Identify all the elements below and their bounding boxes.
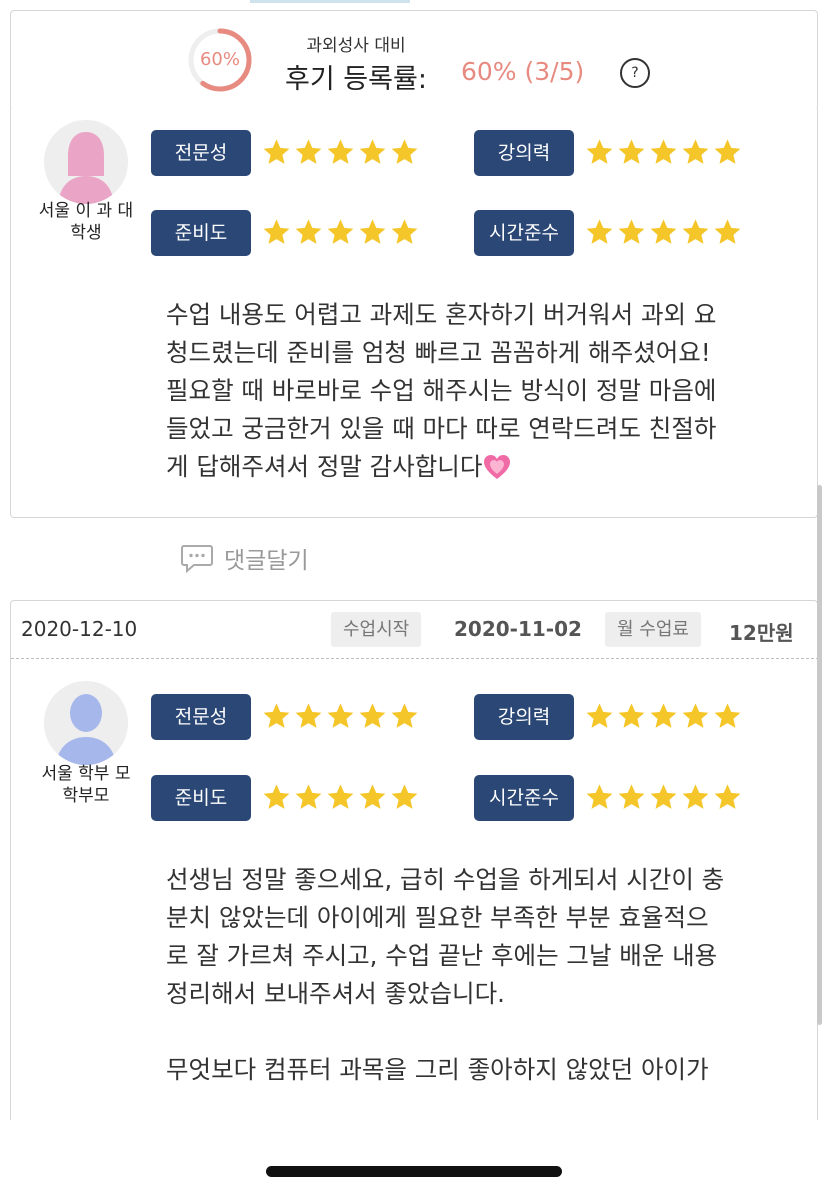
star-icon [295, 703, 322, 728]
star-icon [391, 219, 418, 244]
star-icon [327, 784, 354, 809]
review-card: 2020-12-10 수업시작 2020-11-02 월 수업료 12만원 서울… [10, 600, 819, 1194]
star-icon [263, 139, 290, 164]
star-icon [618, 703, 645, 728]
fee-label: 월 수업료 [605, 612, 701, 647]
rate-value: 60% (3/5) [461, 57, 585, 86]
male-avatar-icon [44, 681, 128, 765]
home-indicator[interactable] [266, 1166, 562, 1177]
star-icon [327, 219, 354, 244]
rating-label: 시간준수 [474, 210, 574, 256]
star-icon [586, 784, 613, 809]
star-rating [261, 701, 420, 735]
speech-bubble-icon [181, 545, 213, 573]
star-rating [584, 782, 743, 816]
start-label: 수업시작 [331, 612, 422, 647]
star-icon [295, 219, 322, 244]
star-icon [586, 219, 613, 244]
star-icon [714, 219, 741, 244]
star-icon [359, 139, 386, 164]
star-icon [618, 784, 645, 809]
rating-label: 준비도 [151, 775, 251, 821]
star-icon [391, 703, 418, 728]
review-rate-card: 60% 과외성사 대비 후기 등록률: 60% (3/5) ? [10, 10, 818, 110]
star-icon [586, 139, 613, 164]
star-icon [263, 219, 290, 244]
review-text: 수업 내용도 어렵고 과제도 혼자하기 버거워서 과외 요 청드렸는데 준비를 … [166, 300, 717, 481]
star-icon [359, 784, 386, 809]
star-rating [261, 137, 420, 171]
star-icon [618, 219, 645, 244]
comment-button-label: 댓글달기 [224, 548, 309, 574]
star-rating [584, 701, 743, 735]
progress-ring-label: 60% [199, 49, 240, 70]
star-icon [359, 219, 386, 244]
female-avatar-icon [44, 120, 128, 204]
star-icon [714, 139, 741, 164]
reviewer-name: 서울 이 과 대학생 [38, 201, 134, 243]
star-icon [714, 703, 741, 728]
rating-label: 전문성 [151, 694, 251, 740]
star-rating [584, 217, 743, 251]
star-icon [586, 703, 613, 728]
scrollbar-thumb[interactable] [817, 485, 822, 1025]
start-date: 2020-11-02 [454, 617, 582, 641]
rating-label: 준비도 [151, 210, 251, 256]
rate-title: 후기 등록률: [285, 64, 427, 95]
star-icon [359, 703, 386, 728]
star-icon [327, 703, 354, 728]
monthly-fee: 12만원 [729, 621, 794, 645]
star-icon [650, 219, 677, 244]
star-icon [263, 784, 290, 809]
top-accent-bar [250, 0, 410, 3]
star-rating [584, 137, 743, 171]
star-icon [682, 139, 709, 164]
heart-icon [484, 455, 511, 479]
star-icon [391, 139, 418, 164]
review-body: 수업 내용도 어렵고 과제도 혼자하기 버거워서 과외 요 청드렸는데 준비를 … [166, 296, 776, 486]
review-date: 2020-12-10 [21, 617, 138, 641]
star-icon [391, 784, 418, 809]
help-icon[interactable]: ? [620, 58, 650, 88]
star-icon [682, 784, 709, 809]
rating-label: 강의력 [474, 694, 574, 740]
star-icon [714, 784, 741, 809]
star-icon [327, 139, 354, 164]
star-icon [295, 784, 322, 809]
star-icon [618, 139, 645, 164]
star-icon [682, 219, 709, 244]
reviewer-name: 서울 학부 모 학부모 [41, 764, 131, 806]
rating-label: 강의력 [474, 130, 574, 176]
rate-subtitle: 과외성사 대비 [306, 36, 406, 56]
review-text: 선생님 정말 좋으세요, 급히 수업을 하게되서 시간이 충 분치 않았는데 아… [166, 865, 725, 1084]
review-meta-row: 2020-12-10 수업시작 2020-11-02 월 수업료 12만원 [11, 601, 819, 659]
star-icon [295, 139, 322, 164]
star-rating [261, 782, 420, 816]
star-icon [682, 703, 709, 728]
comment-button[interactable]: 댓글달기 [180, 540, 309, 576]
star-icon [650, 703, 677, 728]
star-rating [261, 217, 420, 251]
rating-label: 전문성 [151, 130, 251, 176]
star-icon [650, 784, 677, 809]
bottom-safe-area [0, 1120, 828, 1194]
review-card: 서울 이 과 대학생 전문성 강의력 준비도 시간준수 수업 내용도 어렵고 과… [10, 108, 818, 518]
star-icon [263, 703, 290, 728]
rating-label: 시간준수 [474, 775, 574, 821]
star-icon [650, 139, 677, 164]
